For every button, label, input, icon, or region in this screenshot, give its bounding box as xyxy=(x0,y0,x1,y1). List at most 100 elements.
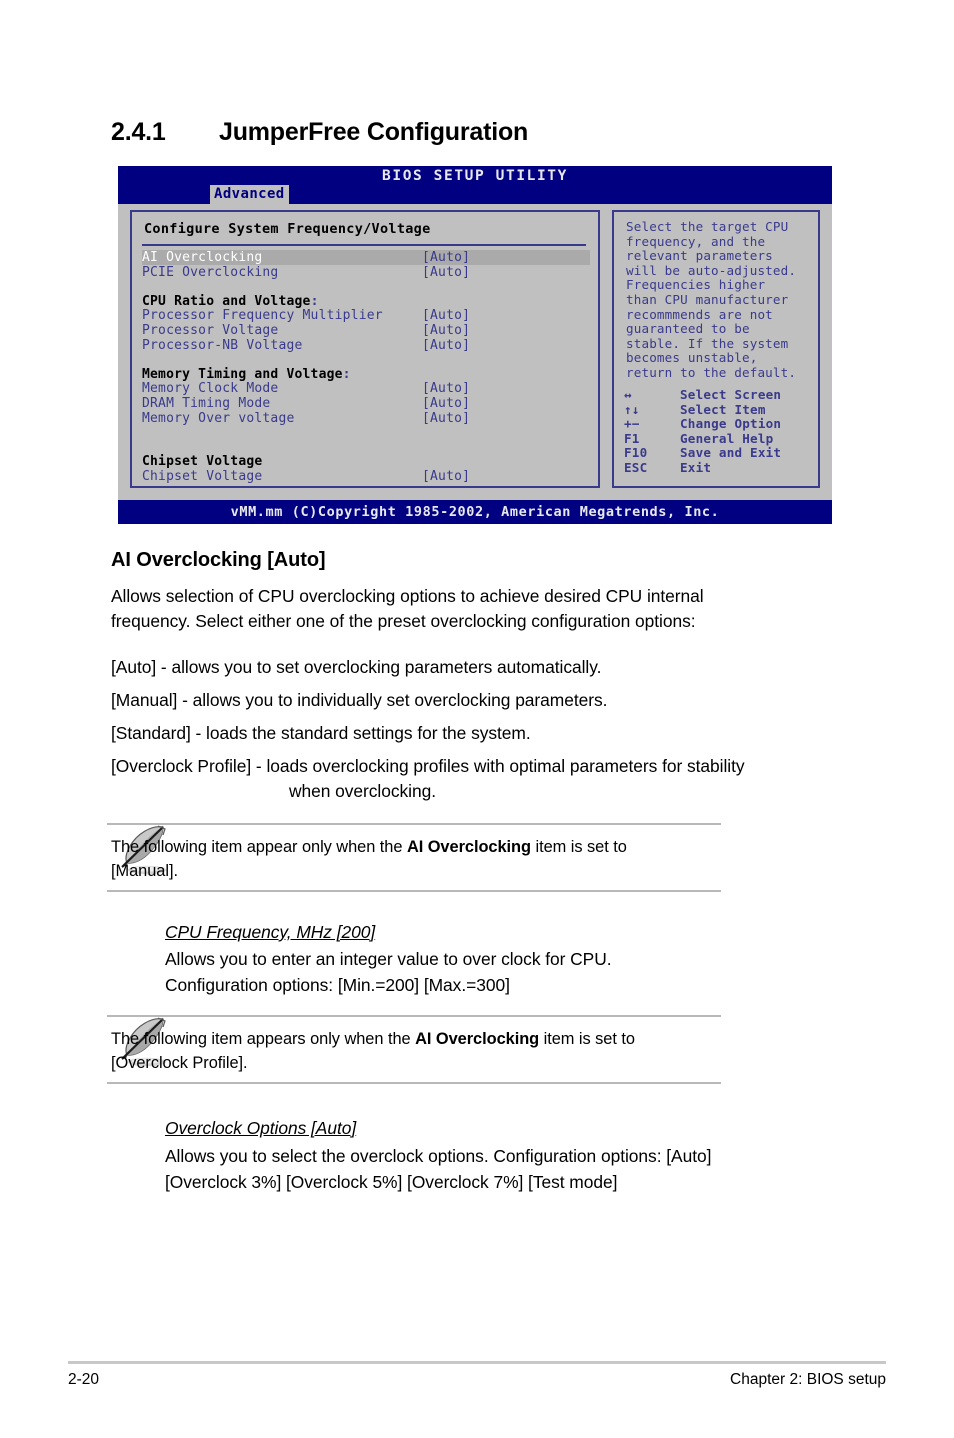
bios-copyright-bar: vMM.mm (C)Copyright 1985-2002, American … xyxy=(118,500,832,524)
bios-legend-row: +− Change Option xyxy=(624,417,814,432)
bios-setting-label: Processor Frequency Multiplier xyxy=(142,308,383,324)
bios-setting-label: Memory Clock Mode xyxy=(142,381,279,397)
bios-legend-key: ↔ xyxy=(624,387,632,402)
bios-setting-value[interactable]: [Auto] xyxy=(422,250,470,265)
bios-setting-label: Memory Timing and Voltage: xyxy=(142,366,351,382)
note2-bold: AI Overclocking xyxy=(415,1030,540,1048)
bios-setting-value[interactable]: [Auto] xyxy=(422,338,470,353)
bios-setting-value[interactable]: [Auto] xyxy=(422,381,470,396)
bios-row-spacer xyxy=(142,425,590,440)
overclock-options-subheading: Overclock Options [Auto] xyxy=(165,1118,357,1138)
note1-line2: [Manual]. xyxy=(111,861,178,880)
bios-legend-key: F10 xyxy=(624,445,648,461)
note1-before: The following item appear only when the xyxy=(111,838,407,856)
section-title: JumperFree Configuration xyxy=(219,118,529,146)
option-overclock-profile: [Overclock Profile] - loads overclocking… xyxy=(111,756,745,776)
intro-line-2: frequency. Select either one of the pres… xyxy=(111,611,696,631)
section-heading: 2.4.1 JumperFree Configuration xyxy=(111,118,871,147)
option-overclock-profile-cont: when overclocking. xyxy=(289,781,436,801)
overclock-options-line-1: Allows you to select the overclock optio… xyxy=(165,1146,712,1166)
bios-key-legend: ↔ Select Screen ↑↓ Select Item +− Change Opti… xyxy=(624,387,814,476)
bios-settings-panel: Configure System Frequency/Voltage AI Ov… xyxy=(130,210,600,488)
bios-setting-value[interactable]: [Auto] xyxy=(422,411,470,426)
bios-setting-label: PCIE Overclocking xyxy=(142,264,279,280)
bios-row-spacer xyxy=(142,440,590,455)
footer-chapter: Chapter 2: BIOS setup xyxy=(730,1371,886,1388)
cpu-frequency-subheading: CPU Frequency, MHz [200] xyxy=(165,922,376,942)
note-text-1: The following item appear only when the … xyxy=(111,836,711,883)
bios-tab-advanced[interactable]: Advanced xyxy=(210,185,289,205)
bios-setting-value[interactable]: [Auto] xyxy=(422,469,470,484)
bios-setting-label: Processor Voltage xyxy=(142,322,279,338)
bios-group-label: CPU Ratio and Voltage: xyxy=(142,294,590,309)
bios-setting-value[interactable]: [Auto] xyxy=(422,308,470,323)
bios-setting-row[interactable]: Processor Frequency Multiplier [Auto] xyxy=(142,308,590,323)
document-page: 2.4.1 JumperFree Configuration BIOS SETUP… xyxy=(0,0,954,1438)
bios-legend-key: +− xyxy=(624,416,640,432)
bios-panel-title: Configure System Frequency/Voltage xyxy=(144,221,431,237)
bios-legend-key: F1 xyxy=(624,430,640,446)
bios-help-text: Select the target CPU frequency, and the… xyxy=(626,219,797,380)
note1-after: item is set to xyxy=(530,838,627,856)
bios-legend-row: ESC Exit xyxy=(624,459,814,476)
bios-setting-row[interactable]: PCIE Overclocking [Auto] xyxy=(142,265,590,280)
bios-legend-row: F1 General Help xyxy=(624,430,814,447)
bios-legend-description: Select Item xyxy=(680,401,766,417)
option-manual: [Manual] - allows you to individually se… xyxy=(111,690,608,710)
ai-overclocking-heading: AI Overclocking [Auto] xyxy=(111,549,326,571)
bios-row-spacer xyxy=(142,352,590,367)
bios-settings-list: AI Overclocking [Auto] PCIE Overclocking [A… xyxy=(142,250,590,484)
bios-help-panel: Select the target CPU frequency, and the… xyxy=(612,210,820,488)
note2-line2: [Overclock Profile]. xyxy=(111,1053,248,1072)
bios-legend-row: ↔ Select Screen xyxy=(624,387,814,403)
bios-legend-row: ↑↓ Select Item xyxy=(624,401,814,418)
bios-setting-row[interactable]: Processor Voltage [Auto] xyxy=(142,323,590,338)
bios-legend-description: Save and Exit xyxy=(680,445,782,461)
bios-legend-key: ↑↓ xyxy=(624,401,640,417)
bios-setting-row[interactable]: Chipset Voltage [Auto] xyxy=(142,469,590,484)
note-top-rule-1 xyxy=(107,823,721,825)
bios-setting-value[interactable]: [Auto] xyxy=(422,265,470,280)
note2-after: item is set to xyxy=(539,1030,635,1048)
option-auto: [Auto] - allows you to set overclocking … xyxy=(111,657,602,677)
bios-group-label: Chipset Voltage xyxy=(142,454,590,469)
bios-setting-label: Processor-NB Voltage xyxy=(142,337,303,353)
bios-title-bar: BIOS SETUP UTILITY Advanced xyxy=(118,166,832,205)
bios-setting-label: DRAM Timing Mode xyxy=(142,395,271,411)
bios-row-spacer xyxy=(142,279,590,294)
bios-legend-key: ESC xyxy=(624,459,648,475)
bios-setting-label: Chipset Voltage xyxy=(142,468,263,484)
bios-setting-label: Memory Over voltage xyxy=(142,410,295,426)
bios-setting-row[interactable]: AI Overclocking [Auto] xyxy=(142,250,590,265)
bios-group-colon: : xyxy=(342,366,351,382)
bios-group-label: Memory Timing and Voltage: xyxy=(142,367,590,382)
footer-divider xyxy=(68,1361,886,1364)
bios-body: Configure System Frequency/Voltage AI Ov… xyxy=(118,204,832,500)
bios-setting-label: CPU Ratio and Voltage: xyxy=(142,293,319,309)
bios-setup-screenshot: BIOS SETUP UTILITY Advanced Configure Sy… xyxy=(118,166,832,524)
bios-setting-row[interactable]: DRAM Timing Mode [Auto] xyxy=(142,396,590,411)
bios-setting-row[interactable]: Memory Over voltage [Auto] xyxy=(142,411,590,426)
bios-group-colon: : xyxy=(310,293,319,309)
cpu-frequency-line-1: Allows you to enter an integer value to … xyxy=(165,949,612,969)
bios-legend-description: Exit xyxy=(680,459,712,475)
option-standard: [Standard] - loads the standard settings… xyxy=(111,723,531,743)
bios-legend-row: F10 Save and Exit xyxy=(624,446,814,461)
bios-setting-row[interactable]: Processor-NB Voltage [Auto] xyxy=(142,338,590,353)
bios-legend-description: General Help xyxy=(680,430,774,446)
bios-setting-value[interactable]: [Auto] xyxy=(422,396,470,411)
intro-line-1: Allows selection of CPU overclocking opt… xyxy=(111,586,704,606)
note2-before: The following item appears only when the xyxy=(111,1030,416,1048)
bios-setting-row[interactable]: Memory Clock Mode [Auto] xyxy=(142,381,590,396)
note-bottom-rule-2 xyxy=(107,1082,721,1084)
note1-bold: AI Overclocking xyxy=(406,838,531,856)
section-number: 2.4.1 xyxy=(111,118,166,146)
bios-panel-divider xyxy=(142,244,586,246)
note-top-rule-2 xyxy=(107,1015,721,1017)
bios-setting-value[interactable]: [Auto] xyxy=(422,323,470,338)
bios-legend-description: Select Screen xyxy=(680,387,782,402)
bios-utility-title: BIOS SETUP UTILITY xyxy=(382,168,568,184)
bios-setting-label: Chipset Voltage xyxy=(142,454,263,470)
note-bottom-rule-1 xyxy=(107,890,721,892)
note-text-2: The following item appears only when the… xyxy=(111,1028,711,1075)
